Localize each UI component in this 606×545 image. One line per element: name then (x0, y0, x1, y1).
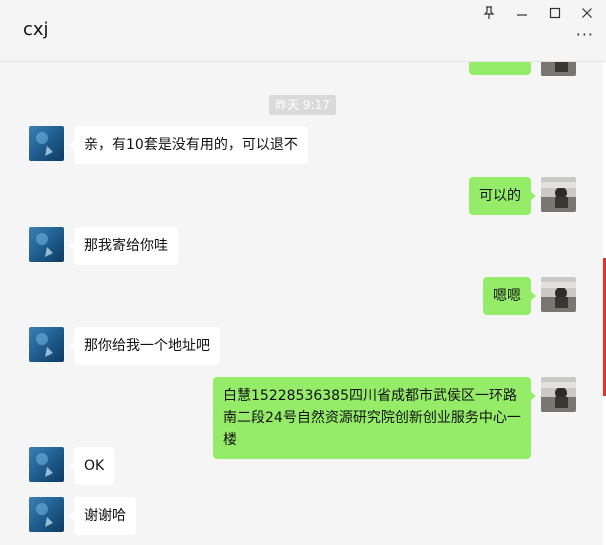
avatar-self[interactable] (541, 62, 576, 76)
close-icon[interactable] (576, 3, 598, 23)
avatar-self[interactable] (541, 377, 576, 412)
minimize-icon[interactable] (511, 3, 533, 23)
avatar-contact[interactable] (29, 327, 64, 362)
message-bubble-incoming[interactable]: OK (68, 447, 115, 485)
more-options-button[interactable]: ··· (576, 27, 594, 43)
message-bubble-outgoing[interactable]: 可以的 (469, 177, 536, 215)
message-bubble-outgoing[interactable]: 白慧15228536385四川省成都市武侯区一环路南二段24号自然资源研究院创新… (213, 377, 536, 459)
chat-window: cxj ··· 不客气 昨天 9:17 亲，有10套是没有用的，可以退不 可以的 (0, 0, 606, 545)
avatar-contact[interactable] (29, 497, 64, 532)
avatar-contact[interactable] (29, 227, 64, 262)
chat-title: cxj (23, 19, 49, 40)
message-bubble-incoming[interactable]: 谢谢哈 (69, 497, 136, 535)
avatar-contact[interactable] (29, 447, 64, 482)
avatar-contact[interactable] (29, 126, 64, 161)
title-bar: cxj ··· (0, 0, 606, 62)
message-bubble-outgoing[interactable]: 不客气 (469, 62, 531, 75)
avatar-self[interactable] (541, 277, 576, 312)
message-timestamp: 昨天 9:17 (269, 95, 336, 115)
avatar-self[interactable] (541, 177, 576, 212)
maximize-icon[interactable] (544, 3, 566, 23)
message-bubble-incoming[interactable]: 那我寄给你哇 (69, 227, 178, 265)
message-bubble-incoming[interactable]: 那你给我一个地址吧 (69, 327, 220, 365)
message-list[interactable]: 不客气 昨天 9:17 亲，有10套是没有用的，可以退不 可以的 那我寄给你哇 … (0, 62, 606, 545)
pin-icon[interactable] (478, 3, 500, 23)
message-bubble-incoming[interactable]: 亲，有10套是没有用的，可以退不 (69, 126, 308, 164)
message-bubble-outgoing[interactable]: 嗯嗯 (483, 277, 536, 315)
